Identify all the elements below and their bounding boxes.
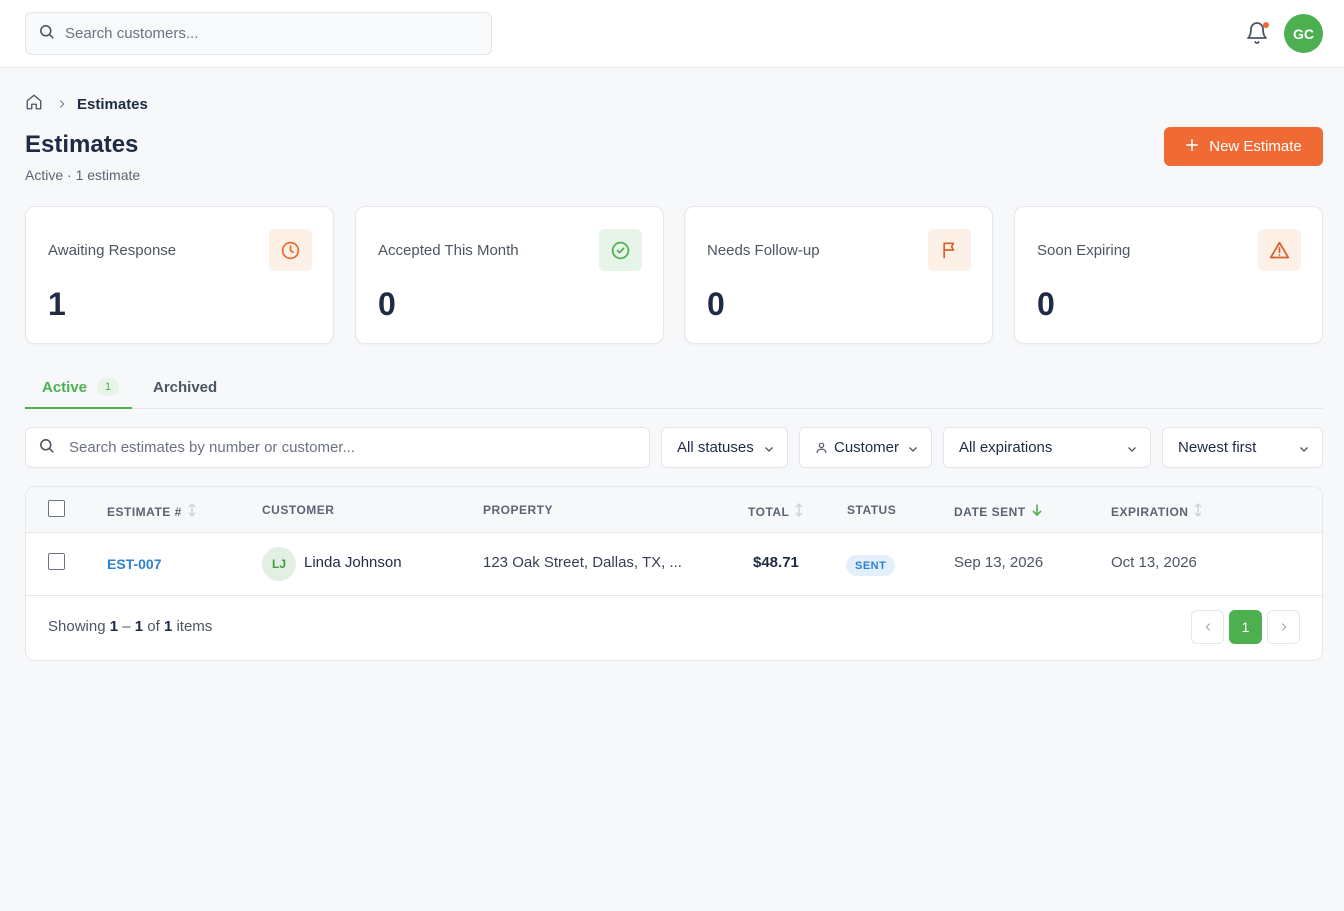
stat-card-label: Soon Expiring [1037, 242, 1131, 259]
warning-icon [1258, 229, 1301, 271]
breadcrumb-current: Estimates [77, 95, 148, 113]
chevron-down-icon [763, 442, 775, 459]
column-header-date-sent[interactable]: DATE SENT [954, 503, 1042, 520]
column-header-label: ESTIMATE # [107, 504, 182, 519]
column-header-customer: CUSTOMER [262, 503, 335, 517]
stat-card-value: 1 [48, 286, 66, 322]
plus-icon [1185, 138, 1199, 156]
column-header-expiration[interactable]: EXPIRATION [1111, 503, 1202, 520]
notification-dot [1263, 22, 1269, 28]
stat-card-label: Awaiting Response [48, 242, 177, 259]
chevron-left-icon [1203, 619, 1213, 635]
user-avatar[interactable]: GC [1284, 14, 1323, 53]
stat-card-value: 0 [707, 286, 725, 322]
expiration-filter-select[interactable]: All expirations [943, 427, 1151, 468]
status-filter-select[interactable]: All statuses [661, 427, 788, 468]
estimate-tabs: Active 1 Archived [25, 367, 1323, 409]
sort-down-arrow-icon [1032, 503, 1042, 520]
status-filter-value: All statuses [677, 439, 754, 456]
column-header-property: PROPERTY [483, 503, 554, 517]
tab-active-count: 1 [97, 378, 120, 396]
stat-card-label: Accepted This Month [378, 242, 519, 259]
sort-select[interactable]: Newest first [1162, 427, 1323, 468]
check-circle-icon [599, 229, 642, 271]
customer-filter-select[interactable]: Customer [799, 427, 932, 468]
summary-total: 1 [163, 618, 173, 635]
column-header-total[interactable]: TOTAL [748, 503, 803, 520]
table-row[interactable]: EST-007 LJ Linda Johnson 123 Oak Street,… [26, 533, 1322, 596]
tab-archived[interactable]: Archived [153, 367, 217, 407]
stat-card-value: 0 [378, 286, 396, 322]
summary-range-start: 1 [109, 618, 119, 635]
customer-avatar: LJ [262, 547, 296, 581]
estimate-number-link[interactable]: EST-007 [107, 556, 161, 572]
chevron-right-icon [57, 99, 67, 109]
property-address: 123 Oak Street, Dallas, TX, ... [483, 554, 682, 571]
stat-card-accepted-this-month[interactable]: Accepted This Month 0 [355, 206, 664, 344]
summary-items: items [176, 618, 213, 635]
sort-value: Newest first [1178, 439, 1257, 456]
chevron-down-icon [1298, 442, 1310, 459]
sort-icon [795, 503, 803, 520]
chevron-down-icon [907, 442, 919, 459]
column-header-estimate[interactable]: ESTIMATE # [107, 503, 196, 520]
page-button-current[interactable]: 1 [1229, 610, 1262, 644]
column-header-label: TOTAL [748, 504, 790, 519]
home-icon[interactable] [25, 93, 43, 115]
estimate-search-placeholder: Search estimates by number or customer..… [69, 439, 355, 456]
table-header: ESTIMATE # CUSTOMER PROPERTY TOTAL STATU… [26, 487, 1322, 533]
summary-dash: – [122, 618, 131, 635]
estimate-search-input[interactable]: Search estimates by number or customer..… [25, 427, 650, 468]
select-all-checkbox[interactable] [48, 500, 65, 517]
estimate-total: $48.71 [753, 554, 799, 571]
expiration-filter-value: All expirations [959, 439, 1053, 456]
sort-icon [1194, 503, 1202, 520]
status-badge: SENT [846, 555, 896, 576]
search-icon [38, 437, 55, 458]
breadcrumb: Estimates [25, 94, 148, 114]
new-estimate-button[interactable]: New Estimate [1164, 127, 1323, 166]
tab-active[interactable]: Active 1 [25, 367, 132, 409]
column-header-label: EXPIRATION [1111, 504, 1189, 519]
chevron-down-icon [1126, 442, 1138, 459]
customer-search-input[interactable]: Search customers... [25, 12, 492, 55]
customer-search-placeholder: Search customers... [65, 25, 199, 42]
stat-card-label: Needs Follow-up [707, 242, 820, 259]
summary-of: of [147, 618, 160, 635]
column-header-status: STATUS [847, 503, 897, 517]
next-page-button[interactable] [1267, 610, 1300, 644]
chevron-right-icon [1279, 619, 1289, 635]
previous-page-button[interactable] [1191, 610, 1224, 644]
flag-icon [928, 229, 971, 271]
stat-card-awaiting-response[interactable]: Awaiting Response 1 [25, 206, 334, 344]
top-bar: Search customers... GC [0, 0, 1344, 68]
pagination-summary: Showing 1 – 1 of 1 items [48, 618, 212, 635]
stat-card-value: 0 [1037, 286, 1055, 322]
user-icon [815, 441, 828, 454]
summary-text: Showing [48, 618, 106, 635]
expiration-date: Oct 13, 2026 [1111, 554, 1197, 571]
search-icon [38, 23, 55, 45]
tab-active-label: Active [42, 378, 88, 396]
page-subtitle: Active · 1 estimate [25, 167, 141, 183]
customer-name[interactable]: Linda Johnson [304, 554, 402, 571]
stat-card-soon-expiring[interactable]: Soon Expiring 0 [1014, 206, 1323, 344]
column-header-label: DATE SENT [954, 504, 1026, 519]
page-title: Estimates [25, 131, 139, 158]
date-sent: Sep 13, 2026 [954, 554, 1044, 571]
estimates-table: ESTIMATE # CUSTOMER PROPERTY TOTAL STATU… [25, 486, 1323, 661]
customer-filter-value: Customer [834, 439, 900, 456]
sort-icon [188, 503, 196, 520]
clock-icon [269, 229, 312, 271]
new-estimate-label: New Estimate [1209, 138, 1302, 155]
summary-range-end: 1 [134, 618, 144, 635]
stat-card-needs-follow-up[interactable]: Needs Follow-up 0 [684, 206, 993, 344]
row-checkbox[interactable] [48, 553, 65, 570]
